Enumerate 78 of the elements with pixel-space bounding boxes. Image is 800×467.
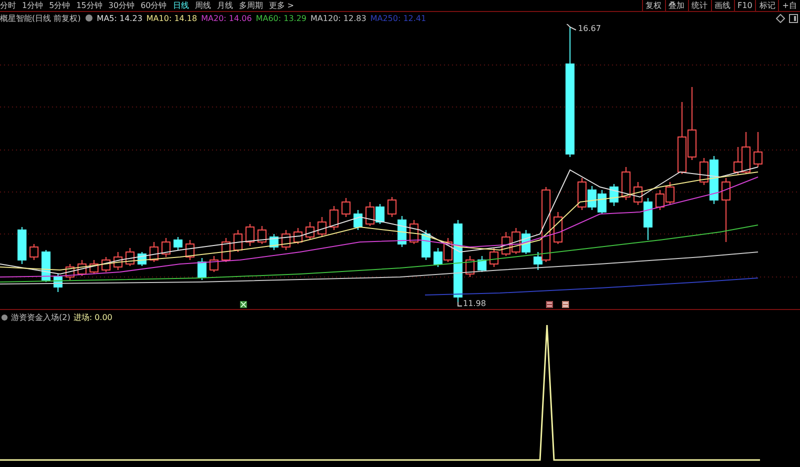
candlestick xyxy=(66,264,74,280)
candlestick xyxy=(246,224,254,246)
settings-dot-icon[interactable] xyxy=(1,314,8,320)
high-leader-line xyxy=(566,24,576,30)
candlestick xyxy=(610,184,618,206)
settings-dot-icon[interactable] xyxy=(84,14,93,22)
candlestick xyxy=(30,244,38,260)
moving-average-label: MA20: 14.06 xyxy=(201,14,252,22)
signal-marker-icon xyxy=(546,301,553,308)
candlestick xyxy=(150,242,158,262)
candlestick xyxy=(222,238,230,262)
candlestick xyxy=(126,248,134,266)
candlestick xyxy=(478,256,486,272)
period-tab[interactable]: 1分钟 xyxy=(22,0,44,10)
candlestick xyxy=(114,252,122,270)
candlestick xyxy=(174,236,182,250)
indicator-title: 游资资金入场(2) xyxy=(11,312,70,322)
candlestick xyxy=(330,206,338,230)
moving-average-label: MA5: 14.23 xyxy=(96,14,142,22)
period-tab[interactable]: 日线 xyxy=(172,0,189,10)
candlestick xyxy=(210,256,218,272)
signal-marker-icon xyxy=(240,301,247,308)
candlestick xyxy=(354,210,362,230)
period-tab[interactable]: 30分钟 xyxy=(108,0,135,10)
period-tab[interactable]: 周线 xyxy=(194,0,211,10)
candlestick xyxy=(502,232,510,256)
low-price-label: 11.98 xyxy=(463,299,486,308)
candlestick xyxy=(722,178,730,242)
period-tab[interactable]: 5分钟 xyxy=(49,0,70,10)
candlestick xyxy=(186,240,194,260)
moving-average-label: MA10: 14.18 xyxy=(146,14,198,22)
moving-average-label: MA60: 13.29 xyxy=(256,14,307,22)
candlestick xyxy=(578,178,586,210)
candlestick xyxy=(90,260,98,274)
period-tab[interactable]: 15分钟 xyxy=(76,0,102,10)
moving-average-label: MA250: 12.41 xyxy=(370,14,426,22)
period-tab[interactable]: 更多 > xyxy=(268,0,294,10)
candlestick xyxy=(42,250,50,282)
candlestick xyxy=(342,198,350,218)
period-tab[interactable]: 月线 xyxy=(216,0,233,10)
candlestick xyxy=(656,190,664,210)
candlestick xyxy=(162,238,170,258)
diamond-icon[interactable] xyxy=(776,14,785,22)
stock-title: 概星智能(日线 前复权) xyxy=(0,12,81,24)
candlestick xyxy=(198,258,206,280)
candlestick xyxy=(306,222,314,240)
candlestick xyxy=(490,248,498,268)
low-leader-line xyxy=(458,302,462,306)
candlestick xyxy=(18,226,26,264)
signal-marker-icon xyxy=(562,301,569,308)
candlestick xyxy=(588,186,596,210)
candlestick xyxy=(598,190,606,214)
toolbar-button[interactable]: 标记 xyxy=(755,0,778,11)
candlestick xyxy=(622,166,630,200)
candlestick xyxy=(78,260,86,276)
candlestick xyxy=(554,212,562,244)
candlestick xyxy=(102,256,110,272)
period-tab[interactable]: 60分钟 xyxy=(140,0,167,10)
candlestick xyxy=(422,230,430,260)
candlestick xyxy=(282,230,290,250)
candlestick xyxy=(54,274,62,292)
candlestick xyxy=(294,228,302,244)
moving-average-label: MA120: 12.83 xyxy=(310,14,366,22)
period-tab[interactable]: 多周期 xyxy=(238,0,263,10)
high-price-label: 16.67 xyxy=(578,24,601,33)
candlestick xyxy=(234,230,242,252)
indicator-reading: 进场: 0.00 xyxy=(73,312,112,322)
candlestick xyxy=(754,132,762,168)
candlestick xyxy=(270,234,278,250)
candlestick xyxy=(376,204,384,224)
period-tab[interactable]: 分时 xyxy=(0,0,16,10)
candlestick xyxy=(258,226,266,244)
candlestick xyxy=(366,202,374,226)
panel-icon[interactable] xyxy=(789,14,798,22)
candlestick xyxy=(666,182,674,206)
candlestick xyxy=(466,256,474,278)
candlestick xyxy=(318,216,326,238)
candlestick xyxy=(434,248,442,268)
